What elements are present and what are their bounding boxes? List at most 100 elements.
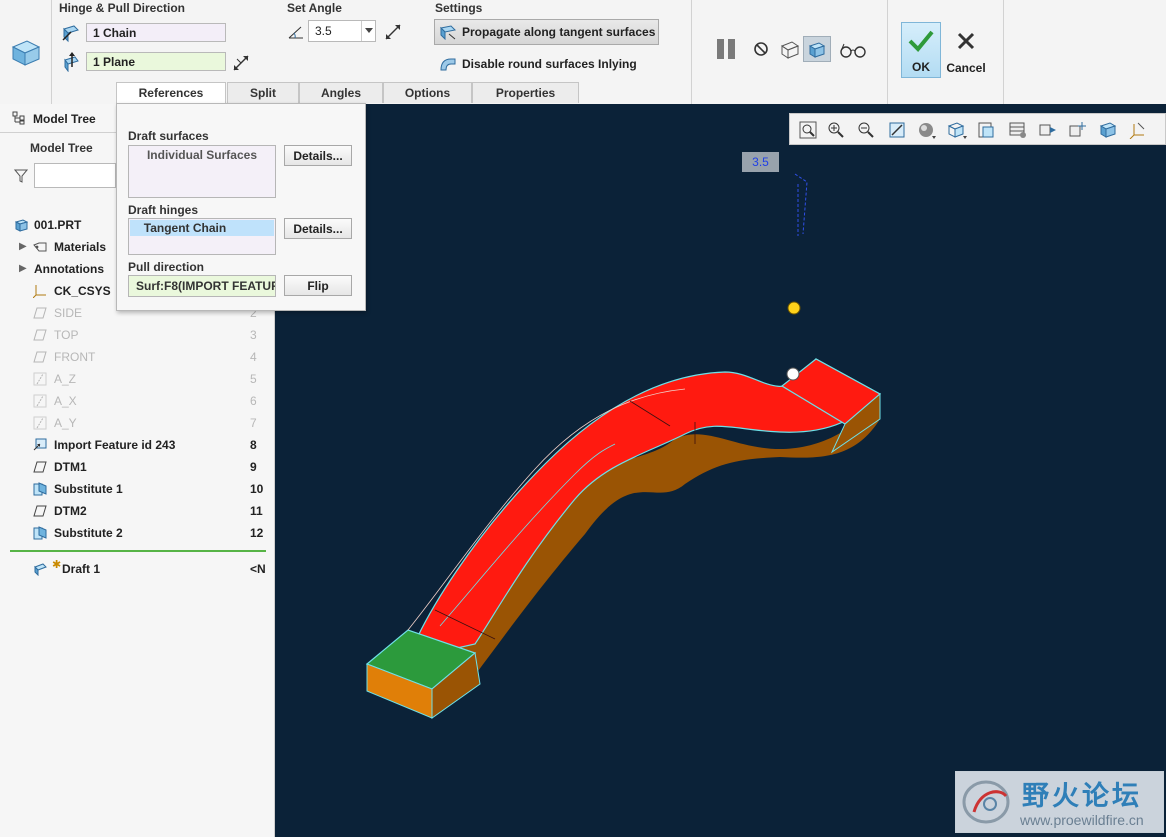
view-orient-icon[interactable] — [1097, 119, 1119, 141]
preview-geometry-icon[interactable] — [777, 37, 801, 61]
tree-item-num: 9 — [250, 460, 257, 474]
insert-here-marker[interactable] — [10, 550, 266, 552]
tree-item-substitute-2[interactable]: Substitute 2 12 — [0, 522, 266, 544]
tree-item-num: 8 — [250, 438, 257, 452]
datum-plane-icon — [33, 328, 47, 342]
graphics-window[interactable]: 3.5 — [275, 104, 1166, 837]
ok-label: OK — [912, 60, 930, 74]
tree-item-label: FRONT — [54, 350, 96, 364]
hinge-collector-field[interactable]: 1 Chain — [86, 23, 226, 42]
ok-button[interactable]: OK — [901, 22, 941, 78]
tree-item-a-z[interactable]: A_Z 5 — [0, 368, 266, 390]
repaint-icon[interactable] — [886, 119, 908, 141]
pause-icon[interactable] — [712, 36, 740, 62]
tree-item-label: TOP — [54, 328, 79, 342]
datum-axis-icon — [33, 394, 47, 408]
propagate-toggle[interactable]: Propagate along tangent surfaces — [434, 19, 659, 45]
angle-icon — [286, 22, 306, 42]
draft-surfaces-details-button[interactable]: Details... — [284, 145, 352, 166]
expand-arrow-icon[interactable]: ▶ — [19, 258, 27, 280]
pull-direction-icon — [60, 51, 82, 73]
disable-round-toggle[interactable]: Disable round surfaces Inlying — [438, 53, 678, 75]
draft-hinges-selected-row[interactable]: Tangent Chain — [130, 220, 274, 236]
tree-item-label: DTM1 — [54, 460, 87, 474]
datum-axis-icon — [33, 416, 47, 430]
draft-surfaces-collector[interactable]: Individual Surfaces — [128, 145, 276, 198]
datum-display-icon[interactable] — [1037, 119, 1059, 141]
zoom-in-icon[interactable] — [825, 119, 847, 141]
saved-orientations-icon[interactable] — [946, 119, 968, 141]
close-icon — [952, 29, 980, 53]
angle-dropdown-icon[interactable] — [361, 21, 376, 41]
draft-feature-icon — [8, 34, 44, 70]
tree-item-label: Substitute 1 — [54, 482, 123, 496]
tab-split[interactable]: Split — [227, 82, 299, 103]
csys-display-icon[interactable] — [1127, 119, 1149, 141]
tab-properties[interactable]: Properties — [472, 82, 579, 103]
view-manager-icon[interactable] — [976, 119, 998, 141]
model-tree-header: Model Tree — [30, 141, 93, 155]
ribbon-divider — [51, 0, 52, 104]
forum-logo-icon — [962, 780, 1010, 824]
drag-handle-yellow[interactable] — [787, 301, 801, 315]
tree-item-a-x[interactable]: A_X 6 — [0, 390, 266, 412]
tree-item-label: Substitute 2 — [54, 526, 123, 540]
tree-item-substitute-1[interactable]: Substitute 1 10 — [0, 478, 266, 500]
spin-center-icon[interactable] — [1067, 119, 1089, 141]
pull-direction-label: Pull direction — [128, 260, 205, 274]
tree-item-num: 6 — [250, 394, 257, 408]
disable-round-label: Disable round surfaces Inlying — [462, 57, 637, 71]
tree-item-dtm2[interactable]: DTM2 11 — [0, 500, 266, 522]
tree-structure-icon — [11, 110, 27, 126]
pull-direction-collector[interactable]: Surf:F8(IMPORT FEATURE — [128, 275, 276, 297]
tree-item-label: Import Feature id 243 — [54, 438, 176, 452]
tree-item-dtm1[interactable]: DTM1 9 — [0, 456, 266, 478]
tree-item-label: A_Z — [54, 372, 77, 386]
tab-options[interactable]: Options — [383, 82, 472, 103]
tree-item-label: SIDE — [54, 306, 83, 320]
flip-angle-icon[interactable] — [382, 21, 404, 43]
layers-icon[interactable] — [1007, 119, 1029, 141]
tab-angles[interactable]: Angles — [299, 82, 383, 103]
pull-direction-field[interactable]: 1 Plane — [86, 52, 226, 71]
tree-item-label: Annotations — [34, 262, 104, 276]
ribbon-divider — [887, 0, 888, 104]
view-toolbar — [789, 113, 1166, 145]
refit-icon[interactable] — [797, 119, 819, 141]
tree-item-import-feature[interactable]: Import Feature id 243 8 — [0, 434, 266, 456]
draft-hinges-details-button[interactable]: Details... — [284, 218, 352, 239]
filter-icon[interactable] — [12, 167, 30, 185]
tree-item-draft-1[interactable]: ✱ Draft 1 <N — [0, 558, 266, 580]
hinge-group-title: Hinge & Pull Direction — [59, 1, 186, 15]
substitute-icon — [33, 526, 47, 540]
datum-plane-icon — [33, 306, 47, 320]
flip-button[interactable]: Flip — [284, 275, 352, 296]
cancel-button[interactable]: Cancel — [944, 22, 988, 78]
tree-item-a-y[interactable]: A_Y 7 — [0, 412, 266, 434]
watermark: 野火论坛 www.proewildfire.cn — [955, 771, 1164, 833]
angle-dimension-lines — [794, 173, 808, 236]
display-style-icon[interactable] — [916, 119, 938, 141]
draft-surface-top — [407, 358, 881, 660]
drag-handle-white[interactable] — [786, 367, 800, 381]
expand-arrow-icon[interactable]: ▶ — [19, 236, 27, 258]
tree-filter-input[interactable] — [34, 163, 116, 188]
checkmark-icon — [905, 27, 937, 55]
draft-hinges-item: Tangent Chain — [143, 221, 227, 235]
draft-surfaces-item: Individual Surfaces — [146, 148, 258, 162]
draft-hinges-collector[interactable]: Tangent Chain — [128, 218, 276, 255]
zoom-out-icon[interactable] — [855, 119, 877, 141]
glasses-preview-icon[interactable] — [838, 40, 868, 60]
new-feature-star-icon: ✱ — [52, 559, 62, 571]
tree-item-num: 10 — [250, 482, 264, 496]
tree-item-top[interactable]: TOP 3 — [0, 324, 266, 346]
tab-references[interactable]: References — [116, 82, 226, 104]
verify-icon[interactable] — [803, 36, 831, 62]
angle-dimension-tag[interactable]: 3.5 — [742, 152, 779, 172]
no-preview-icon[interactable] — [750, 38, 772, 60]
datum-plane-icon — [33, 350, 47, 364]
draft-hinges-label: Draft hinges — [128, 203, 199, 217]
flip-pull-direction-icon[interactable] — [230, 52, 252, 74]
tree-item-front[interactable]: FRONT 4 — [0, 346, 266, 368]
model-tree-tab[interactable]: Model Tree — [0, 104, 116, 133]
